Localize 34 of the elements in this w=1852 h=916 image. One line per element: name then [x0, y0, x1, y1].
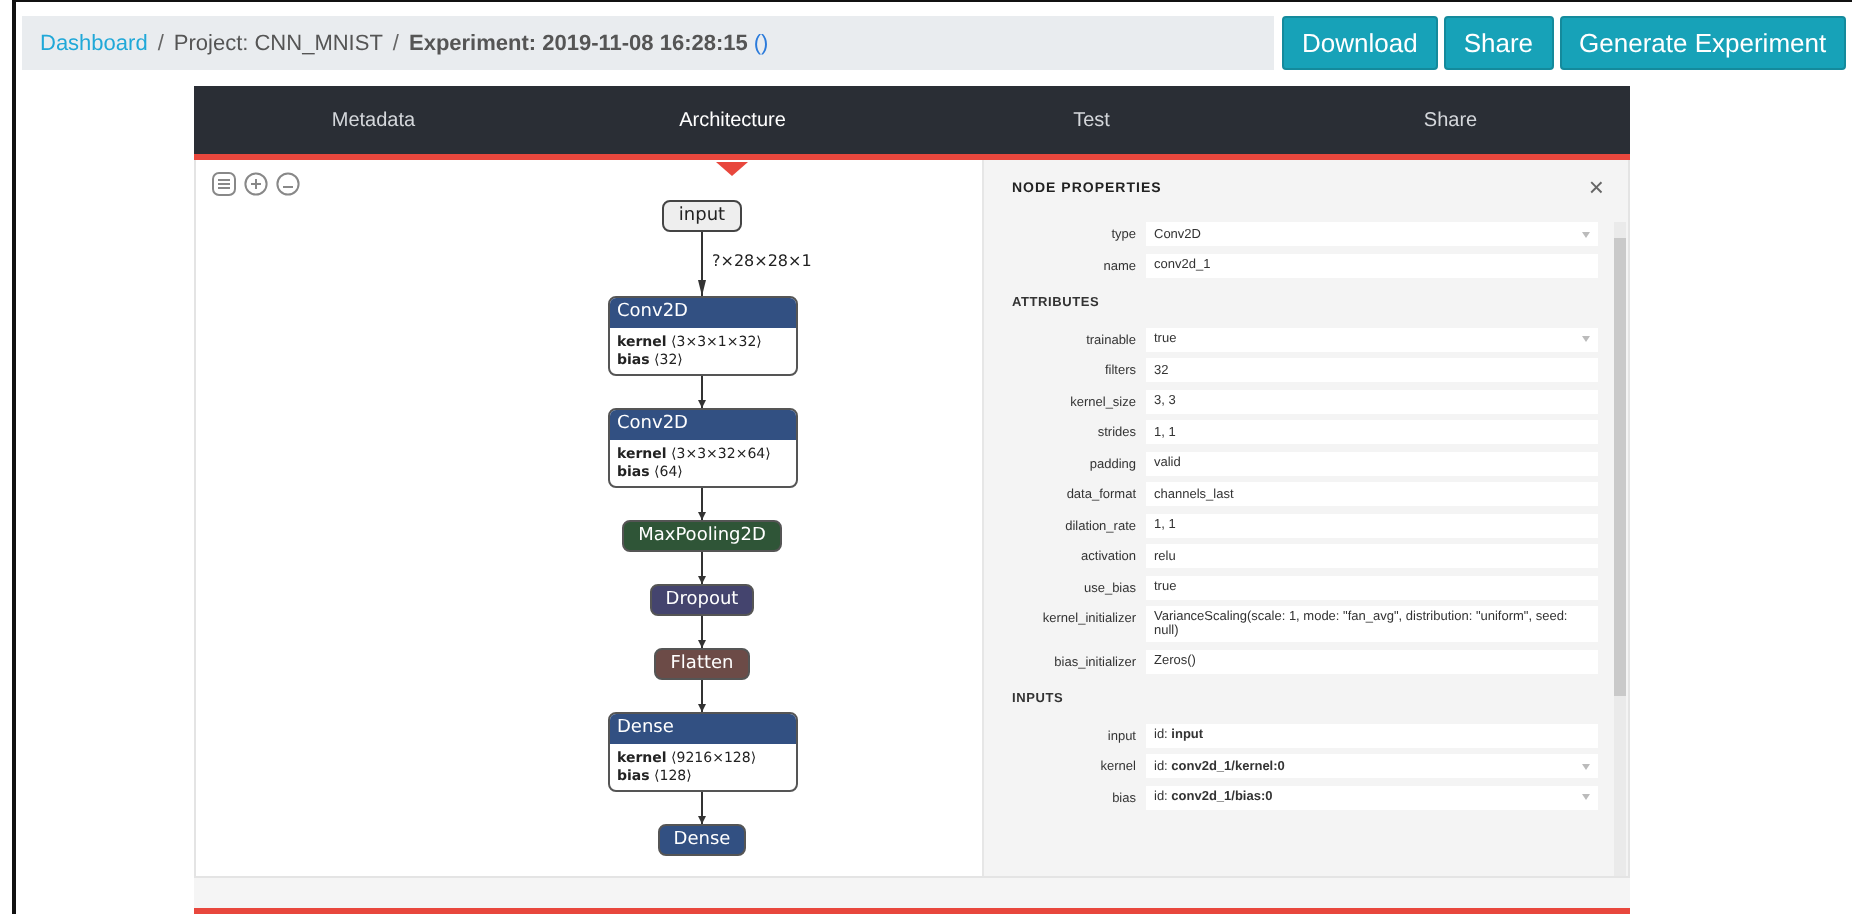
tab[interactable]: Architecture — [553, 86, 912, 154]
breadcrumb-link[interactable]: () — [753, 31, 769, 55]
layer-node[interactable]: MaxPooling2D — [622, 520, 782, 552]
connector-arrow — [696, 616, 708, 648]
layer-node[interactable]: Dropout — [649, 584, 755, 616]
breadcrumb-item: Experiment: 2019-11-08 16:28:15 — [408, 31, 748, 55]
connector-arrow — [696, 232, 708, 296]
connector-arrow — [696, 488, 708, 520]
layer-node[interactable]: Dense — [657, 824, 747, 856]
layer-title: Conv2D — [609, 410, 795, 440]
connector-arrow — [696, 680, 708, 712]
tab[interactable]: Metadata — [194, 86, 553, 154]
breadcrumb-separator: / — [157, 31, 164, 55]
tab[interactable]: Share — [1271, 86, 1630, 154]
scrollbar[interactable] — [1614, 222, 1626, 876]
expand-icon[interactable] — [1582, 336, 1590, 342]
close-icon[interactable]: × — [1588, 176, 1604, 200]
breadcrumb-item: Project: CNN_MNIST — [173, 31, 383, 55]
layer-title: Conv2D — [609, 298, 795, 328]
expand-icon[interactable] — [1582, 763, 1590, 769]
zoom-in-icon[interactable] — [244, 172, 268, 196]
expand-icon[interactable] — [1582, 794, 1590, 800]
connector-arrow — [696, 792, 708, 824]
layer-node[interactable]: input — [662, 200, 742, 232]
layer-title: Dense — [609, 714, 795, 744]
edge-label: ?×28×28×1 — [712, 252, 812, 270]
connector-arrow — [696, 552, 708, 584]
breadcrumb-separator: / — [392, 31, 399, 55]
tab[interactable]: Test — [912, 86, 1271, 154]
layer-node[interactable]: Flatten — [654, 648, 750, 680]
expand-icon[interactable] — [1582, 231, 1590, 237]
list-icon[interactable] — [212, 172, 236, 196]
connector-arrow — [696, 376, 708, 408]
zoom-out-icon[interactable] — [276, 172, 300, 196]
